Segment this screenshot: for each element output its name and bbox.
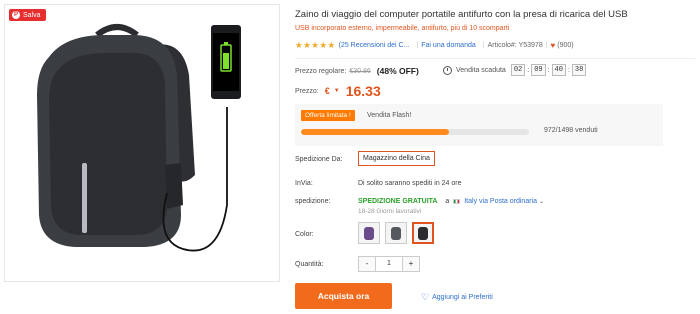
countdown-days: 02 [510, 64, 526, 76]
limited-offer-badge: Offerta limitata ! [301, 110, 355, 121]
price-box: Prezzo regolare: €30.86 (48% OFF) Vendit… [295, 58, 695, 102]
quantity-label: Quantità: [295, 261, 324, 268]
divider: | [545, 42, 548, 49]
divider: | [482, 42, 485, 49]
invia-text: Di solito saranno spediti in 24 ore [358, 180, 462, 187]
quantity-input[interactable]: 1 [376, 256, 402, 272]
reviews-link[interactable]: (25 Recensioni dei C... [339, 42, 410, 49]
ship-from-label: Spedizione Da: [295, 156, 343, 163]
product-title: Zaino di viaggio del computer portatile … [295, 9, 628, 20]
color-label: Color: [295, 231, 314, 238]
rating-stars-icon: ★★★★★ [295, 40, 336, 50]
sold-progress-fill [301, 129, 449, 135]
chevron-down-icon[interactable]: ⌄ [539, 199, 544, 205]
sold-progress-bar [301, 129, 529, 135]
regular-price-label: Prezzo regolare: [295, 67, 347, 75]
price-value: 16.33 [345, 83, 381, 99]
backpack-grey-icon [391, 227, 401, 240]
shipping-to-prefix: a [445, 198, 450, 205]
backpack-purple-icon [364, 227, 374, 240]
regular-price-value: €30.86 [349, 67, 371, 75]
wishlist-label: Aggiungi ai Preferiti [432, 294, 493, 301]
shipping-info: SPEDIZIONE GRATUITA a Italy via Posta or… [358, 198, 544, 205]
quantity-stepper: - 1 + [358, 256, 420, 272]
price-row: Prezzo: € ▼ 16.33 [295, 83, 381, 99]
color-swatches [358, 222, 434, 244]
shipping-label: spedizione: [295, 198, 331, 205]
free-shipping-text: SPEDIZIONE GRATUITA [358, 198, 438, 205]
add-to-wishlist-link[interactable]: ♡ Aggiungi ai Preferiti [421, 292, 493, 303]
delivery-days: 18-28 Giorni lavorativi [358, 208, 422, 215]
countdown-seconds: 38 [571, 64, 587, 76]
countdown-label: Vendita scaduta [456, 66, 506, 74]
buy-now-button[interactable]: Acquista ora [295, 283, 392, 309]
price-label: Prezzo: [295, 87, 319, 95]
swatch-black[interactable] [412, 222, 434, 244]
quantity-plus-button[interactable]: + [402, 256, 420, 272]
currency-select[interactable]: € [325, 86, 330, 96]
sale-countdown: Vendita scaduta 02: 09: 40: 38 [443, 64, 587, 76]
backpack-image [37, 24, 241, 252]
warehouse-select[interactable]: Magazzino della Cina [358, 151, 435, 166]
product-subtitle: USB incorporato esterno, impermeabile, a… [295, 25, 510, 32]
quantity-minus-button[interactable]: - [358, 256, 376, 272]
discount-badge: (48% OFF) [376, 66, 419, 76]
countdown-hours: 09 [531, 64, 546, 76]
shipping-destination-select[interactable]: Italy via Posta ordinaria [464, 198, 537, 205]
clock-icon [443, 65, 452, 75]
italy-flag-icon [453, 198, 461, 204]
sku-text: Articolo#: Y53978 [487, 42, 543, 49]
chevron-down-icon[interactable]: ▼ [334, 88, 340, 94]
regular-price-row: Prezzo regolare: €30.86 (48% OFF) [295, 66, 419, 76]
flash-sale-label: Vendita Flash! [367, 112, 412, 119]
countdown-minutes: 40 [551, 64, 566, 76]
favorites-count: (900) [557, 42, 574, 49]
invia-label: InVia: [295, 180, 313, 187]
swatch-grey[interactable] [385, 222, 407, 244]
heart-icon[interactable]: ♥ [551, 41, 556, 50]
rating-row: ★★★★★ (25 Recensioni dei C... | Fai una … [295, 40, 574, 51]
ask-question-link[interactable]: Fai una domanda [421, 42, 475, 49]
product-image-panel[interactable]: P Salva [4, 4, 280, 282]
flash-sale-box: Offerta limitata ! Vendita Flash! 972/14… [295, 104, 663, 146]
divider: | [416, 42, 419, 49]
heart-outline-icon: ♡ [421, 292, 430, 302]
swatch-purple[interactable] [358, 222, 380, 244]
backpack-black-icon [418, 227, 428, 240]
sold-count: 972/1498 venduti [544, 127, 598, 134]
